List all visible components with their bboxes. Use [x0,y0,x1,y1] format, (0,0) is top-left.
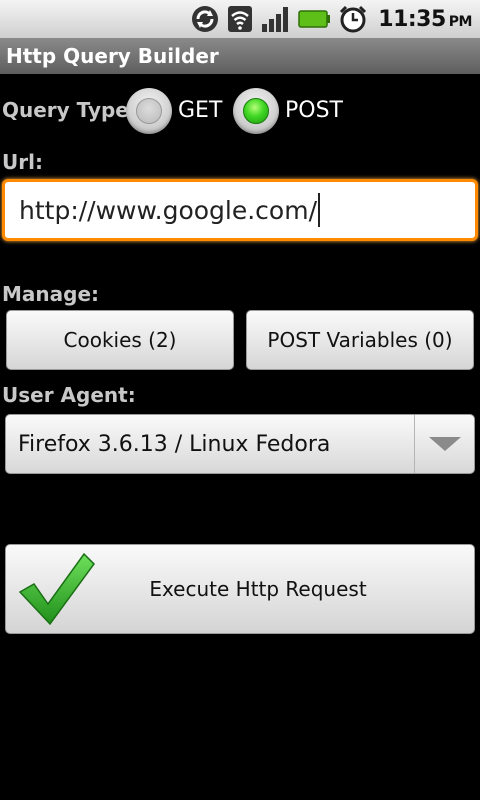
user-agent-selected: Firefox 3.6.13 / Linux Fedora [18,431,331,457]
query-type-label: Query Type: [2,98,137,122]
app-title-bar: Http Query Builder [0,38,480,74]
url-input-value: http://www.google.com/ [19,195,317,225]
url-input[interactable]: http://www.google.com/ [2,179,478,241]
cookies-button-label: Cookies (2) [63,328,177,352]
post-variables-button-label: POST Variables (0) [267,328,453,352]
signal-icon [260,4,292,34]
wifi-icon [226,4,254,34]
status-bar: 11:35 PM [0,0,480,38]
app-title: Http Query Builder [6,44,219,68]
cookies-button[interactable]: Cookies (2) [6,310,234,370]
post-variables-button[interactable]: POST Variables (0) [246,310,474,370]
execute-request-button[interactable]: Execute Http Request [5,544,475,634]
status-time: 11:35 PM [378,6,472,32]
user-agent-label: User Agent: [2,383,136,407]
radio-get-indicator [136,98,162,124]
radio-post[interactable] [233,88,279,134]
spinner-dropdown[interactable] [414,415,474,473]
radio-get[interactable] [126,88,172,134]
checkmark-icon [18,552,95,626]
radio-get-label[interactable]: GET [178,98,222,123]
battery-icon [298,4,332,34]
dropdown-arrow-icon [428,437,461,451]
radio-post-indicator [243,98,269,124]
url-label: Url: [2,150,43,174]
execute-request-label: Execute Http Request [149,577,367,601]
text-caret [318,193,320,227]
sync-icon [190,4,220,34]
user-agent-spinner[interactable]: Firefox 3.6.13 / Linux Fedora [5,414,475,474]
alarm-icon [338,4,368,34]
radio-post-label[interactable]: POST [285,98,343,123]
manage-label: Manage: [2,282,100,306]
